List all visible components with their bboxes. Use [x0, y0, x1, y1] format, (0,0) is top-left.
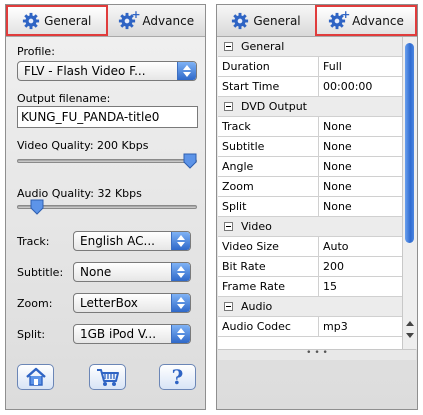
property-value[interactable]: 00:00:00 — [319, 77, 402, 96]
tab-general-label: General — [44, 13, 92, 28]
property-grid: General Duration Full Start Time 00:00:00 DVD… — [218, 37, 402, 349]
subtitle-label: Subtitle: — [17, 266, 64, 279]
audio-quality-slider-thumb[interactable] — [30, 199, 44, 215]
property-key: Split — [218, 197, 319, 216]
profile-stepper-icon — [177, 62, 196, 80]
property-row[interactable]: Subtitle None — [218, 137, 402, 157]
subtitle-stepper-icon — [171, 263, 190, 281]
gear-icon — [22, 12, 40, 30]
scroll-up-arrow-icon[interactable] — [406, 321, 414, 326]
help-icon: ? — [171, 365, 184, 389]
zoom-value: LetterBox — [80, 296, 138, 310]
video-quality-label: Video Quality: 200 Kbps — [17, 139, 149, 152]
property-row[interactable]: Angle None — [218, 157, 402, 177]
property-row[interactable]: Frame Rate 15 — [218, 277, 402, 297]
property-key: Track — [218, 117, 319, 136]
property-value[interactable]: None — [319, 117, 402, 136]
property-value[interactable]: None — [319, 137, 402, 156]
vertical-scrollbar[interactable] — [402, 37, 417, 349]
property-key: Video Size — [218, 237, 319, 256]
home-button[interactable] — [17, 364, 54, 390]
section-title: Audio — [241, 300, 273, 313]
profile-value: FLV - Flash Video F... — [24, 64, 146, 78]
profile-label: Profile: — [17, 45, 55, 58]
section-header[interactable]: Video — [218, 217, 402, 237]
property-row[interactable]: Video Size Auto — [218, 237, 402, 257]
property-value[interactable]: mp3 — [319, 317, 402, 336]
video-quality-track[interactable] — [17, 159, 197, 163]
subtitle-value: None — [80, 265, 112, 279]
property-key: Zoom — [218, 177, 319, 196]
property-row[interactable]: Zoom None — [218, 177, 402, 197]
property-key: Start Time — [218, 77, 319, 96]
zoom-stepper-icon — [171, 294, 190, 312]
section-header[interactable]: DVD Output — [218, 97, 402, 117]
gear-plus-icon: + — [328, 8, 350, 30]
cart-button[interactable] — [89, 364, 126, 390]
home-icon — [25, 367, 46, 386]
property-key: Angle — [218, 157, 319, 176]
section-title: DVD Output — [241, 100, 307, 113]
resize-grip[interactable]: • • • — [218, 349, 416, 360]
tab-advance-label: Advance — [142, 13, 195, 28]
split-label: Split: — [17, 328, 46, 341]
property-value[interactable]: Auto — [319, 237, 402, 256]
property-key: Duration — [218, 57, 319, 76]
zoom-label: Zoom: — [17, 297, 53, 310]
tab-general[interactable]: General — [217, 5, 315, 36]
property-key: Bit Rate — [218, 257, 319, 276]
property-key: Audio Codec — [218, 317, 319, 336]
section-title: General — [241, 40, 285, 53]
split-value: 1GB iPod V... — [80, 327, 157, 341]
output-filename-field[interactable]: KUNG_FU_PANDA-title0 — [17, 106, 198, 128]
scroll-down-arrow-icon[interactable] — [406, 333, 414, 338]
track-stepper-icon — [171, 232, 190, 250]
gear-icon — [231, 12, 249, 30]
section-title: Video — [241, 220, 272, 233]
property-row[interactable]: Track None — [218, 117, 402, 137]
property-row[interactable]: Duration Full — [218, 57, 402, 77]
property-row[interactable]: Bit Rate 200 — [218, 257, 402, 277]
output-filename-label: Output filename: — [17, 92, 111, 105]
right-tab-bar: General + Advance — [217, 5, 417, 37]
property-value[interactable]: 15 — [319, 277, 402, 296]
tab-general[interactable]: General — [6, 5, 108, 36]
section-header[interactable]: General — [218, 37, 402, 57]
property-key: Subtitle — [218, 137, 319, 156]
property-row[interactable]: Start Time 00:00:00 — [218, 77, 402, 97]
collapse-icon[interactable] — [224, 42, 233, 51]
collapse-icon[interactable] — [224, 102, 233, 111]
property-row[interactable]: Split None — [218, 197, 402, 217]
property-value[interactable]: None — [319, 177, 402, 196]
property-key: Frame Rate — [218, 277, 319, 296]
section-header[interactable]: Audio — [218, 297, 402, 317]
gear-plus-icon: + — [118, 8, 141, 30]
tab-general-label: General — [253, 13, 301, 28]
property-value[interactable]: Full — [319, 57, 402, 76]
track-value: English AC... — [80, 234, 155, 248]
advance-panel: General + Advance General Duration Full Sta… — [216, 4, 418, 410]
scrollbar-thumb[interactable] — [405, 43, 414, 243]
help-button[interactable]: ? — [159, 364, 196, 390]
subtitle-select[interactable]: None — [73, 262, 191, 282]
track-label: Track: — [17, 235, 50, 248]
cart-icon — [96, 369, 119, 386]
general-panel: General + Advance Profile: FLV - Flash V… — [5, 4, 206, 410]
profile-select[interactable]: FLV - Flash Video F... — [17, 61, 197, 81]
tab-advance-label: Advance — [352, 13, 404, 28]
property-value[interactable]: 200 — [319, 257, 402, 276]
split-stepper-icon — [171, 325, 190, 343]
property-row[interactable]: Audio Codec mp3 — [218, 317, 402, 337]
video-quality-slider-thumb[interactable] — [183, 153, 197, 169]
property-value[interactable]: None — [319, 157, 402, 176]
split-select[interactable]: 1GB iPod V... — [73, 324, 191, 344]
track-select[interactable]: English AC... — [73, 231, 191, 251]
zoom-select[interactable]: LetterBox — [73, 293, 191, 313]
collapse-icon[interactable] — [224, 302, 233, 311]
collapse-icon[interactable] — [224, 222, 233, 231]
property-value[interactable]: None — [319, 197, 402, 216]
tab-advance[interactable]: + Advance — [108, 5, 206, 36]
tab-advance[interactable]: + Advance — [315, 5, 417, 36]
left-tab-bar: General + Advance — [6, 5, 205, 37]
